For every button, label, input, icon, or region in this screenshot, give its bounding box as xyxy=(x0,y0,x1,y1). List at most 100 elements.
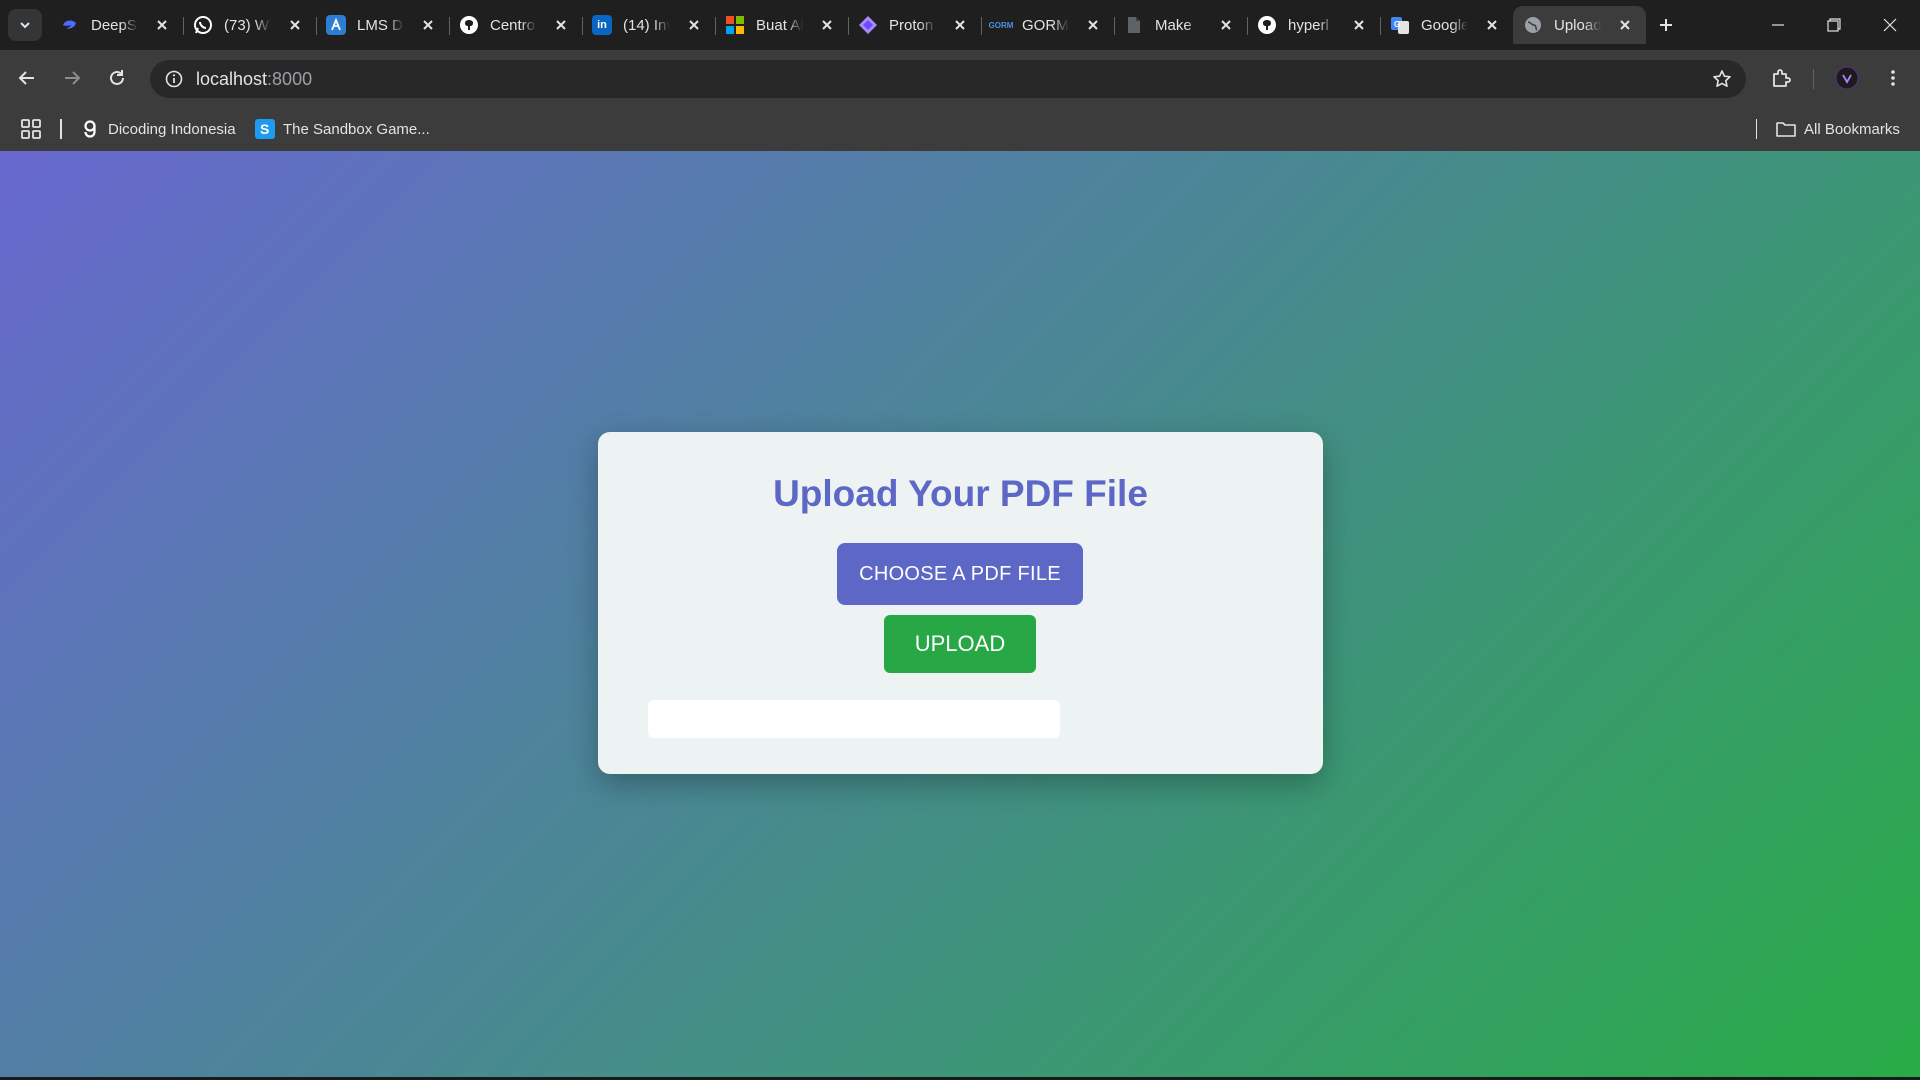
bookmarks-divider xyxy=(1756,119,1757,139)
lms-icon xyxy=(326,15,346,35)
bookmark-label: Dicoding Indonesia xyxy=(108,120,236,138)
tab-search-button[interactable] xyxy=(8,9,42,41)
arrow-right-icon xyxy=(65,71,81,85)
all-bookmarks-button[interactable]: All Bookmarks xyxy=(1776,117,1900,141)
extensions-button[interactable] xyxy=(1765,62,1797,94)
minimize-button[interactable] xyxy=(1750,0,1806,50)
tab-upload-active[interactable]: Upload xyxy=(1513,6,1646,44)
apps-grid-icon[interactable] xyxy=(20,118,42,140)
tab-lms[interactable]: LMS Dicoding xyxy=(316,6,449,44)
close-icon[interactable] xyxy=(1350,16,1368,34)
gorm-icon: GORM xyxy=(988,20,1014,30)
linkedin-icon: in xyxy=(592,15,612,35)
tab-title: Make xyxy=(1155,16,1192,34)
url-port: :8000 xyxy=(267,69,313,89)
microsoft-icon xyxy=(725,15,745,35)
page-title: Upload Your PDF File xyxy=(773,473,1148,514)
svg-text:S: S xyxy=(260,121,269,137)
tab-title: LMS Dicoding xyxy=(357,16,404,34)
tab-strip: DeepSeek (73) WhatsApp LMS Dicoding Cent… xyxy=(0,0,1920,50)
tab-title: GORM xyxy=(1022,16,1069,34)
upload-card: Upload Your PDF File CHOOSE A PDF FILE U… xyxy=(598,432,1323,774)
tab-title: Google Translate xyxy=(1421,16,1468,34)
bookmarks-bar: Dicoding Indonesia S The Sandbox Game...… xyxy=(0,107,1920,151)
whatsapp-icon xyxy=(193,15,213,35)
bookmark-star-icon[interactable] xyxy=(1708,65,1736,93)
tab-github-centro[interactable]: Centro xyxy=(449,6,582,44)
close-icon[interactable] xyxy=(1616,16,1634,34)
chevron-down-icon xyxy=(20,22,30,29)
dicoding-icon xyxy=(80,119,100,139)
folder-icon xyxy=(1776,119,1796,139)
tab-google-translate[interactable]: G Google Translate xyxy=(1380,6,1513,44)
tab-title: (73) WhatsApp xyxy=(224,16,271,34)
address-bar[interactable]: localhost:8000 xyxy=(150,60,1746,98)
close-icon[interactable] xyxy=(153,16,171,34)
url-text[interactable]: localhost:8000 xyxy=(196,69,312,90)
all-bookmarks-label: All Bookmarks xyxy=(1804,120,1900,138)
menu-button[interactable] xyxy=(1877,62,1909,94)
tab-whatsapp[interactable]: (73) WhatsApp xyxy=(183,6,316,44)
bookmark-sandbox[interactable]: S The Sandbox Game... xyxy=(255,117,430,141)
new-tab-button[interactable] xyxy=(1652,11,1680,39)
github-icon xyxy=(1257,15,1277,35)
close-icon[interactable] xyxy=(685,16,703,34)
tab-title: hyperl xyxy=(1288,16,1329,34)
arrow-left-icon xyxy=(18,71,34,85)
proton-icon xyxy=(858,15,878,35)
choose-file-button[interactable]: CHOOSE A PDF FILE xyxy=(837,543,1083,605)
tab-title: Buat Akun xyxy=(756,16,803,34)
forward-button[interactable] xyxy=(56,62,88,94)
close-icon[interactable] xyxy=(1084,16,1102,34)
globe-icon xyxy=(1523,15,1543,35)
profile-button[interactable] xyxy=(1831,62,1863,94)
close-icon[interactable] xyxy=(419,16,437,34)
avatar xyxy=(1835,66,1859,90)
tab-proton[interactable]: Proton xyxy=(848,6,981,44)
close-window-button[interactable] xyxy=(1862,0,1918,50)
plus-icon xyxy=(1660,19,1672,31)
tab-title: Upload xyxy=(1554,16,1601,34)
restore-icon xyxy=(1827,18,1841,32)
reload-button[interactable] xyxy=(101,62,133,94)
tab-gorm[interactable]: GORM GORM xyxy=(981,6,1114,44)
close-icon[interactable] xyxy=(552,16,570,34)
sandbox-icon: S xyxy=(255,119,275,139)
tab-title: DeepSeek xyxy=(91,16,138,34)
browser-toolbar: localhost:8000 xyxy=(0,50,1920,107)
close-icon xyxy=(1883,18,1897,32)
github-icon xyxy=(459,15,479,35)
close-icon[interactable] xyxy=(1217,16,1235,34)
tab-list: DeepSeek (73) WhatsApp LMS Dicoding Cent… xyxy=(50,6,1646,44)
tab-title: Proton xyxy=(889,16,934,34)
site-info-icon[interactable] xyxy=(160,65,188,93)
more-vert-icon xyxy=(1891,70,1895,86)
deepseek-whale-icon xyxy=(60,15,80,35)
url-host: localhost xyxy=(196,69,268,89)
tab-title: Centro xyxy=(490,16,536,34)
reload-icon xyxy=(110,70,124,85)
svg-text:G: G xyxy=(1394,20,1400,29)
close-icon[interactable] xyxy=(1483,16,1501,34)
close-icon[interactable] xyxy=(951,16,969,34)
upload-status-box xyxy=(648,700,1060,738)
upload-button[interactable]: UPLOAD xyxy=(884,615,1036,673)
restore-button[interactable] xyxy=(1806,0,1862,50)
toolbar-divider xyxy=(1813,69,1814,89)
bookmarks-divider xyxy=(60,119,62,139)
tab-linkedin[interactable]: in (14) Invitations xyxy=(582,6,715,44)
puzzle-icon xyxy=(1773,69,1791,87)
page-viewport: Upload Your PDF File CHOOSE A PDF FILE U… xyxy=(0,151,1920,1080)
tab-make[interactable]: Make xyxy=(1114,6,1247,44)
bookmark-label: The Sandbox Game... xyxy=(283,120,430,138)
tab-microsoft[interactable]: Buat Akun xyxy=(715,6,848,44)
minimize-icon xyxy=(1772,24,1784,26)
tab-deepseek[interactable]: DeepSeek xyxy=(50,6,183,44)
back-button[interactable] xyxy=(11,62,43,94)
google-translate-icon: G xyxy=(1390,15,1410,35)
close-icon[interactable] xyxy=(818,16,836,34)
tab-title: (14) Invitations xyxy=(623,16,670,34)
close-icon[interactable] xyxy=(286,16,304,34)
bookmark-dicoding[interactable]: Dicoding Indonesia xyxy=(80,117,236,141)
tab-github-hyperl[interactable]: hyperl xyxy=(1247,6,1380,44)
